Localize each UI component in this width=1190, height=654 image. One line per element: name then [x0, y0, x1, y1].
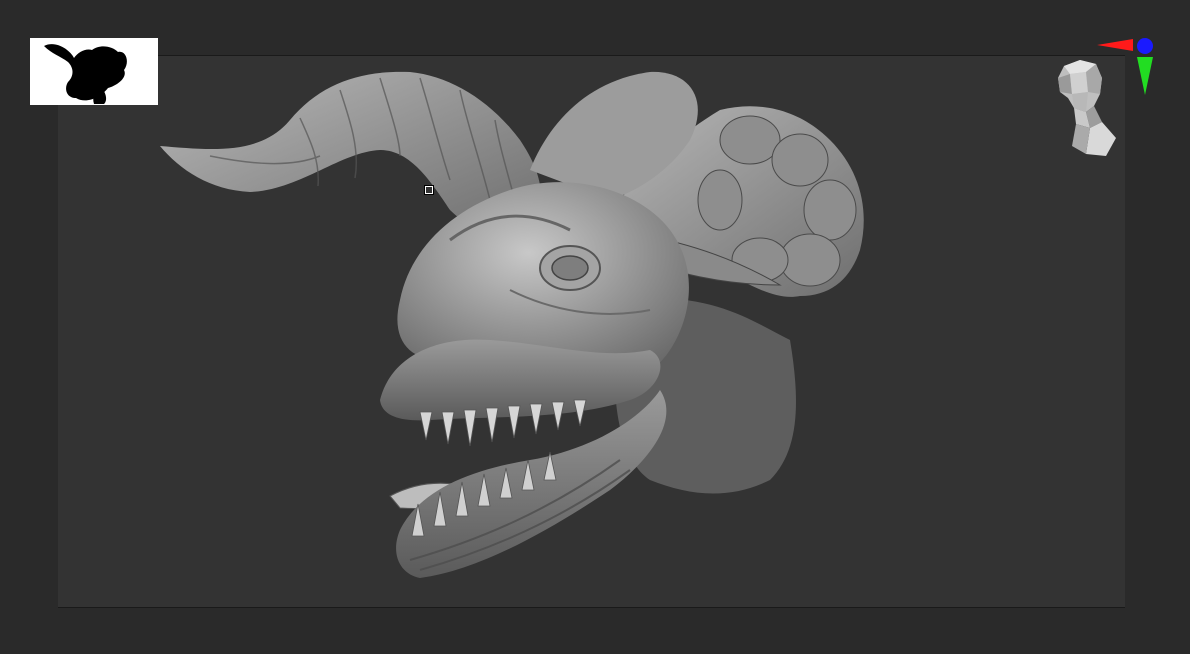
silhouette-navigator-icon — [44, 44, 127, 104]
app-window — [0, 0, 1190, 654]
y-axis-arrow — [1137, 57, 1153, 95]
z-axis-dot — [1137, 38, 1153, 54]
head-orientation-icon — [1058, 60, 1116, 156]
x-axis-arrow — [1097, 39, 1133, 51]
silhouette-navigator[interactable] — [30, 38, 158, 105]
dragon-head-sculpt[interactable] — [150, 60, 880, 590]
head-orientation-navigator[interactable] — [1046, 58, 1120, 162]
brush-cursor — [425, 186, 433, 194]
dragon-head-sculpt-icon — [160, 71, 864, 578]
